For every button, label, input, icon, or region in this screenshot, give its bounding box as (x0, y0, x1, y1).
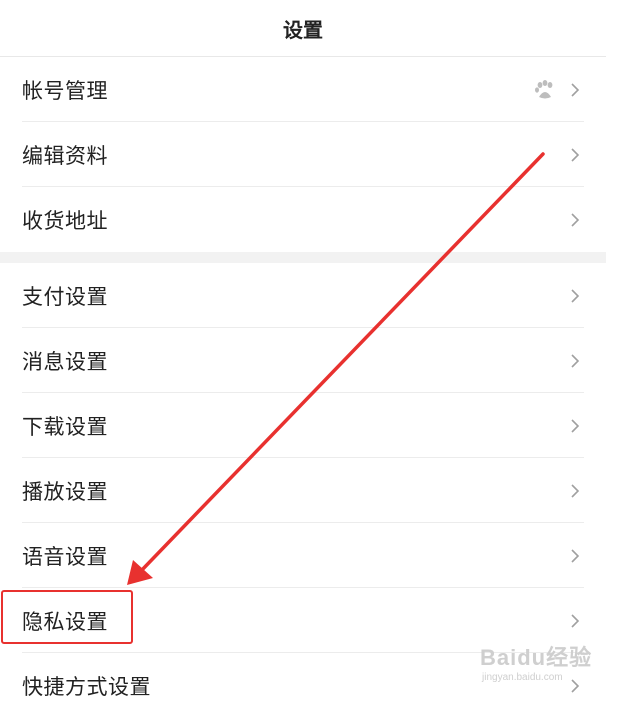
nav-header: 设置 (0, 0, 606, 57)
chevron-right-icon (571, 418, 580, 433)
settings-group-account: 帐号管理 编辑资料 收货地址 (0, 57, 606, 252)
settings-item-voice[interactable]: 语音设置 (0, 523, 606, 588)
settings-item-label: 消息设置 (22, 349, 108, 374)
settings-item-edit-profile[interactable]: 编辑资料 (0, 122, 606, 187)
settings-item-playback[interactable]: 播放设置 (0, 458, 606, 523)
chevron-right-icon (571, 82, 580, 97)
settings-item-label: 下载设置 (22, 414, 108, 439)
settings-item-label: 编辑资料 (22, 143, 108, 168)
baidu-watermark: Baidu经验 jingyan.baidu.com (480, 640, 600, 700)
chevron-right-icon (571, 483, 580, 498)
chevron-right-icon (571, 353, 580, 368)
section-gap (0, 252, 606, 263)
page-title: 设置 (283, 17, 323, 42)
chevron-right-icon (571, 147, 580, 162)
settings-item-payment[interactable]: 支付设置 (0, 263, 606, 328)
watermark-sub: jingyan.baidu.com (482, 672, 563, 683)
settings-item-label: 播放设置 (22, 479, 108, 504)
settings-item-label: 语音设置 (22, 544, 108, 569)
privacy-highlight-box (1, 590, 133, 644)
right-edge-strip (606, 0, 624, 705)
watermark-main: Baidu经验 (480, 645, 593, 670)
settings-item-shipping-address[interactable]: 收货地址 (0, 187, 606, 252)
settings-item-label: 帐号管理 (22, 78, 108, 103)
settings-item-label: 支付设置 (22, 284, 108, 309)
settings-item-notifications[interactable]: 消息设置 (0, 328, 606, 393)
baidu-paw-icon (535, 79, 553, 98)
settings-item-label: 快捷方式设置 (22, 674, 151, 699)
chevron-right-icon (571, 548, 580, 563)
chevron-right-icon (571, 212, 580, 227)
chevron-right-icon (571, 288, 580, 303)
settings-item-label: 收货地址 (22, 208, 108, 233)
settings-item-download[interactable]: 下载设置 (0, 393, 606, 458)
chevron-right-icon (571, 613, 580, 628)
settings-item-account-management[interactable]: 帐号管理 (0, 57, 606, 122)
